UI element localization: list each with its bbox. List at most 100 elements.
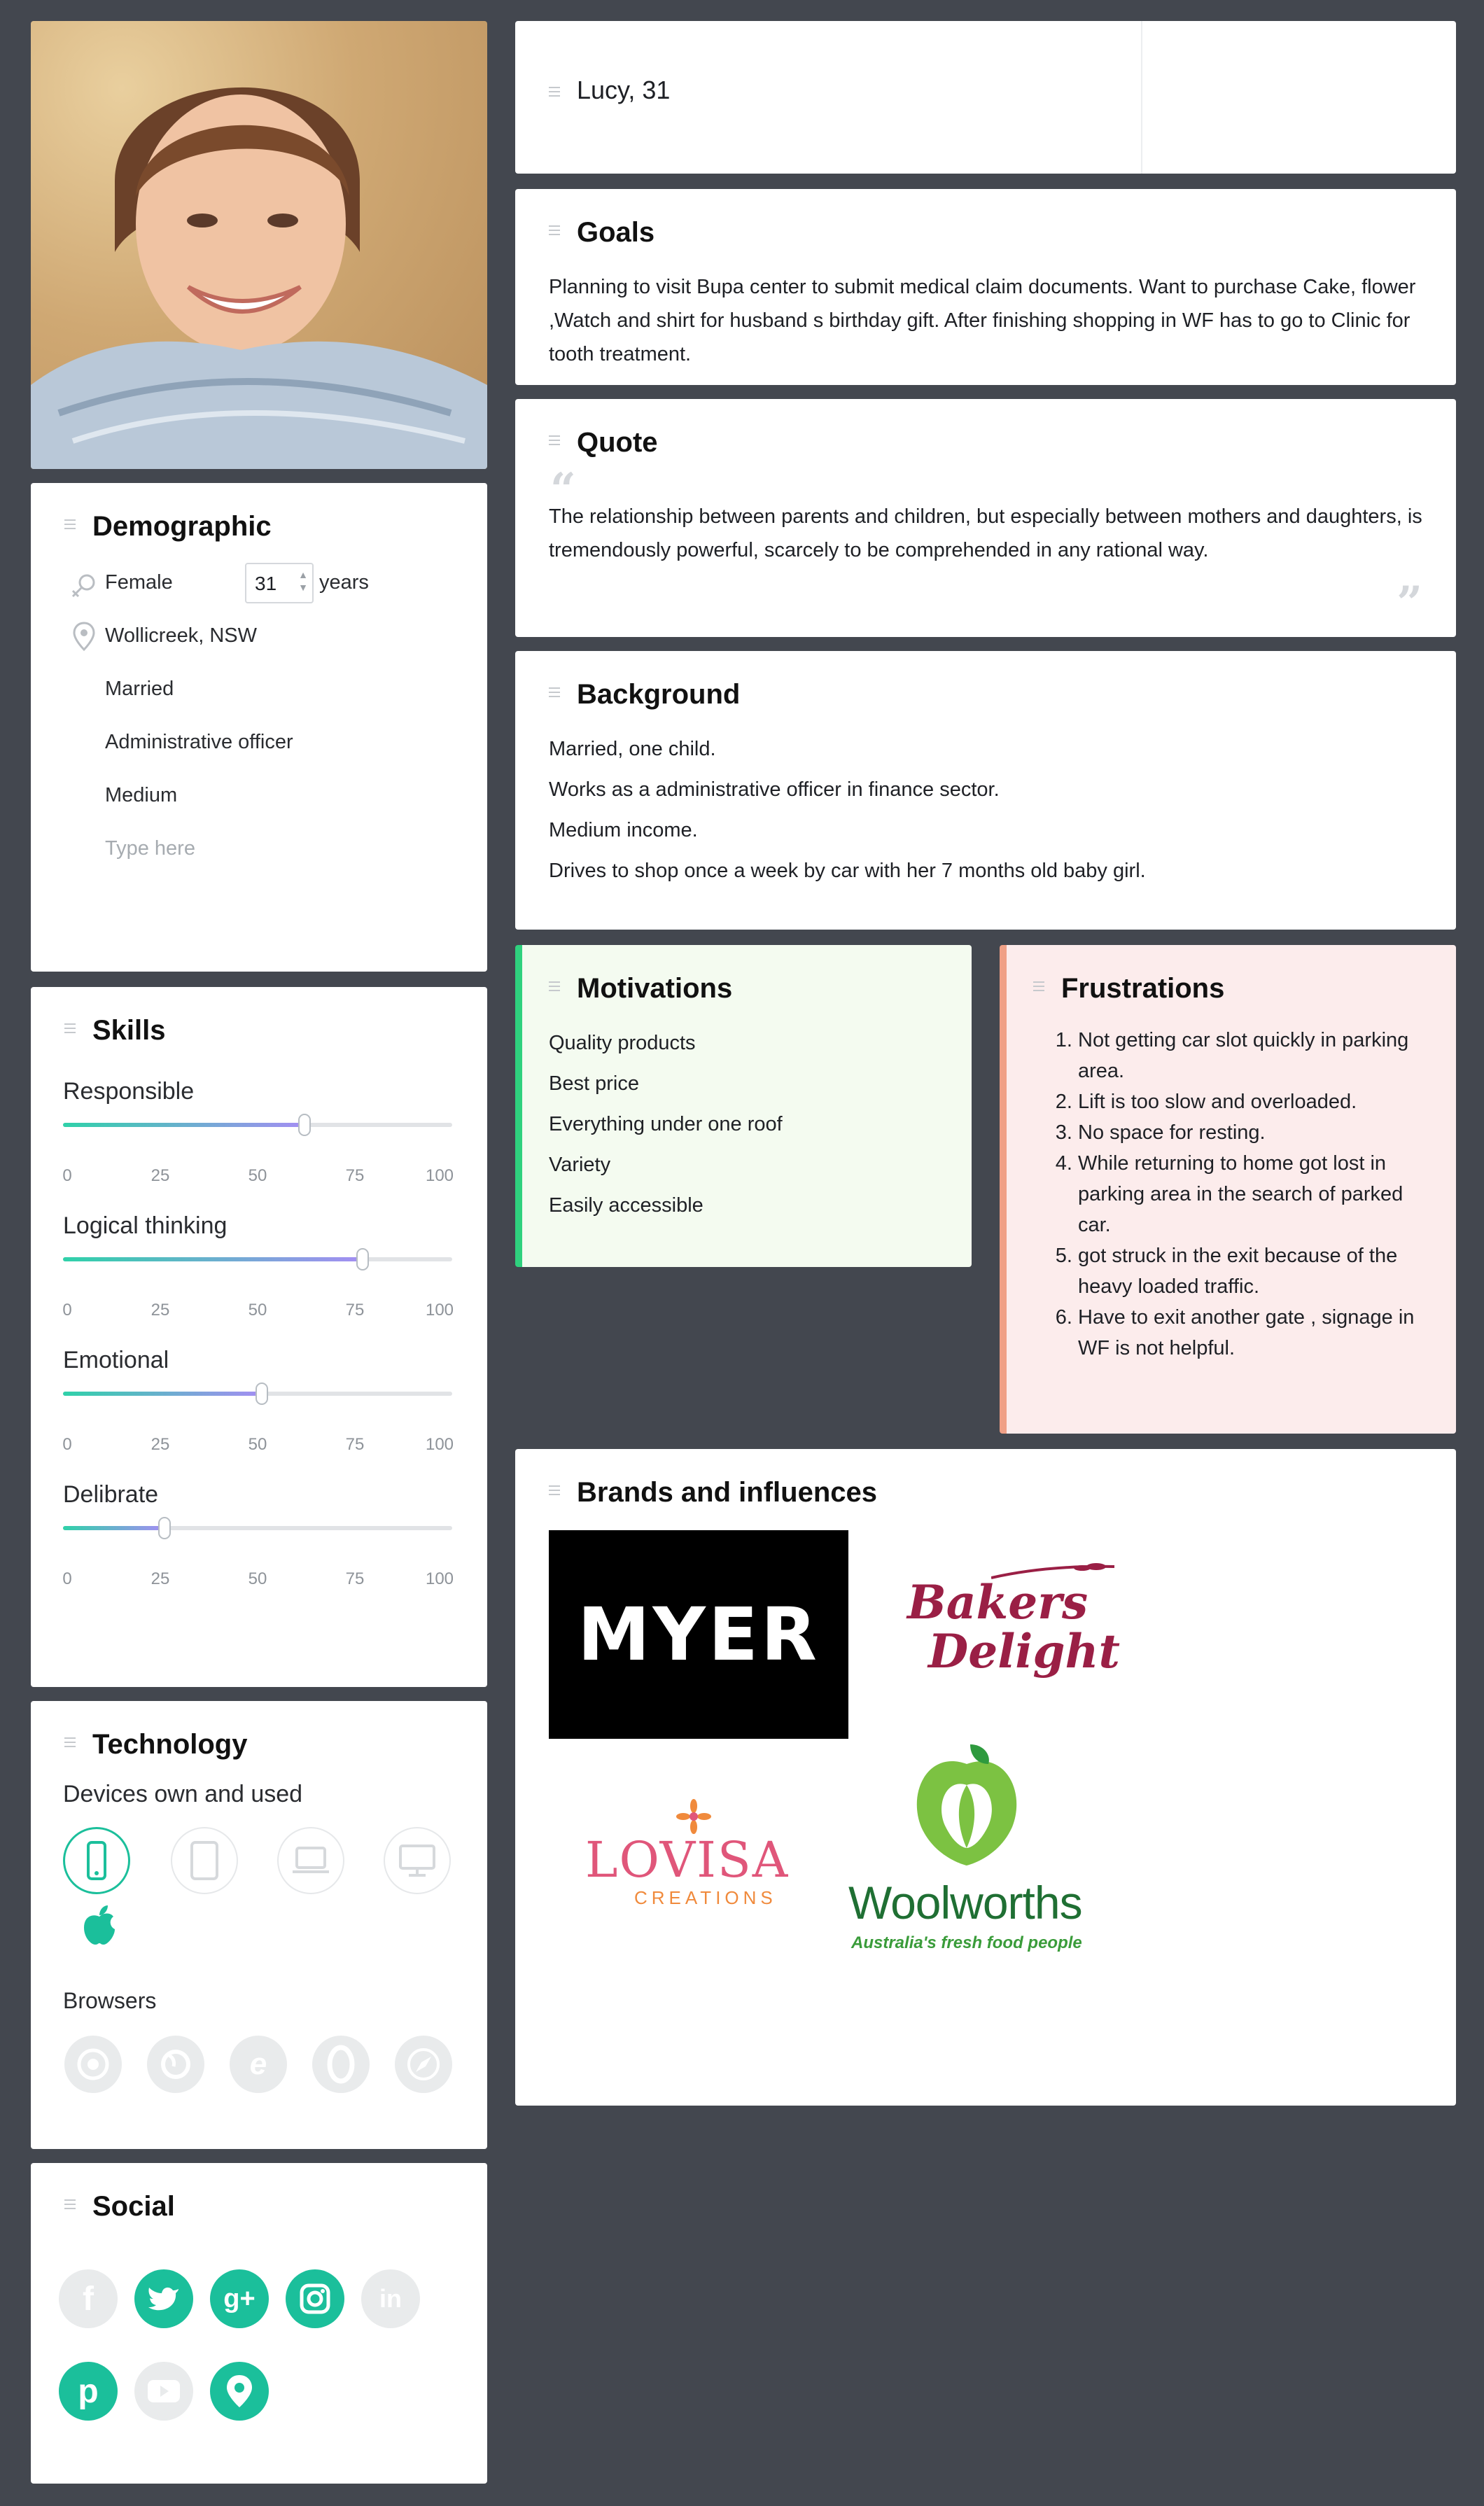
frustration-item[interactable]: No space for resting. [1078,1117,1431,1148]
skill-slider[interactable] [63,1248,452,1270]
skill-tick-label: 25 [150,1569,170,1588]
close-quote-icon: ” [1396,577,1422,629]
goals-text[interactable]: Planning to visit Bupa center to submit … [549,270,1424,371]
frustration-item[interactable]: Lift is too slow and overloaded. [1078,1086,1431,1117]
ie-icon[interactable]: e [230,2036,287,2093]
skill-slider-handle[interactable] [356,1248,370,1270]
background-card: Background Married, one child. Works as … [515,651,1456,930]
motivation-item[interactable]: Variety [549,1148,610,1182]
drag-handle-icon[interactable] [549,981,560,991]
drag-handle-icon[interactable] [64,1737,76,1747]
skills-card: Skills Responsible 0 25 50 75 100 Logical thin… [31,987,487,1687]
drag-handle-icon[interactable] [549,225,560,235]
skill-tick-label: 50 [248,1301,267,1320]
quote-title: Quote [577,427,658,458]
motivation-item[interactable]: Everything under one roof [549,1107,783,1141]
quote-text[interactable]: The relationship between parents and chi… [549,500,1424,567]
motivation-item[interactable]: Quality products [549,1026,696,1060]
skill-slider-fill [63,1123,304,1127]
profile-photo [31,21,487,469]
frustration-item[interactable]: got struck in the exit because of the he… [1078,1240,1431,1302]
brands-title: Brands and influences [577,1477,877,1508]
skill-tick-label: 0 [62,1166,72,1185]
apple-icon[interactable] [81,1904,118,1946]
youtube-icon[interactable] [134,2362,193,2421]
woolworths-logo: Woolworths Australia's fresh food people [844,1743,1096,1967]
pinterest-icon[interactable]: p [59,2362,118,2421]
skill-label: Delibrate [63,1481,159,1508]
skill-tick-label: 50 [248,1569,267,1588]
drag-handle-icon[interactable] [549,435,560,445]
linkedin-icon[interactable]: in [361,2269,420,2328]
chrome-icon[interactable] [64,2036,122,2093]
twitter-icon[interactable] [134,2269,193,2328]
frustration-item[interactable]: While returning to home got lost in park… [1078,1148,1431,1240]
frustrations-card: Frustrations Not getting car slot quickl… [1000,945,1456,1434]
skill-tick-label: 75 [345,1435,365,1454]
drag-handle-icon[interactable] [64,2199,76,2209]
skill-slider-handle[interactable] [255,1382,268,1405]
motivations-title: Motivations [577,973,733,1004]
skill-slider[interactable] [63,1517,452,1539]
type-here-placeholder[interactable]: Type here [105,837,195,860]
facebook-icon[interactable]: f [59,2269,118,2328]
drag-handle-icon[interactable] [549,687,560,697]
demographic-title: Demographic [92,511,272,542]
opera-icon[interactable] [312,2036,370,2093]
periscope-icon[interactable] [210,2362,269,2421]
age-value[interactable]: 31 [255,573,276,595]
background-line-1[interactable]: Married, one child. [549,732,716,766]
skill-tick-label: 100 [425,1569,454,1588]
instagram-icon[interactable] [286,2269,344,2328]
skill-label: Responsible [63,1078,195,1105]
drag-handle-icon[interactable] [64,519,76,529]
age-unit: years [319,571,369,594]
frustrations-list: Not getting car slot quickly in parking … [1053,1025,1431,1364]
frustration-item[interactable]: Have to exit another gate , signage in W… [1078,1302,1431,1364]
background-line-2[interactable]: Works as a administrative officer in fin… [549,773,1000,806]
skill-tick-label: 0 [62,1569,72,1588]
drag-handle-icon[interactable] [1033,981,1044,991]
persona-name[interactable]: Lucy, 31 [577,76,670,105]
drag-handle-icon[interactable] [549,87,560,97]
safari-icon[interactable] [395,2036,452,2093]
name-card-divider [1141,21,1142,174]
desktop-icon [399,1844,435,1877]
background-line-4[interactable]: Drives to shop once a week by car with h… [549,854,1146,888]
motivations-card: Motivations Quality products Best price … [515,945,972,1267]
skill-slider-handle[interactable] [298,1114,311,1136]
demographic-card: Demographic Female 31 ▲ ▼ years Wollicree… [31,483,487,972]
skill-slider[interactable] [63,1114,452,1136]
occupation-value[interactable]: Administrative officer [105,731,293,754]
tablet-device-button[interactable] [171,1827,238,1894]
goals-title: Goals [577,217,655,248]
income-value[interactable]: Medium [105,784,177,807]
background-title: Background [577,679,741,710]
location-value[interactable]: Wollicreek, NSW [105,624,257,648]
phone-device-button[interactable] [63,1827,130,1894]
skill-slider[interactable] [63,1382,452,1405]
skill-tick-label: 25 [150,1301,170,1320]
portrait-illustration [31,87,487,469]
stepper-arrows-icon[interactable]: ▲ ▼ [298,568,308,594]
gender-value[interactable]: Female [105,571,173,594]
skill-tick-label: 25 [150,1435,170,1454]
background-line-3[interactable]: Medium income. [549,813,698,847]
myer-logo: MYER [549,1530,848,1739]
firefox-icon[interactable] [147,2036,204,2093]
motivation-item[interactable]: Best price [549,1067,639,1100]
age-stepper[interactable]: 31 ▲ ▼ [245,563,314,603]
goals-card: Goals Planning to visit Bupa center to s… [515,189,1456,385]
drag-handle-icon[interactable] [64,1023,76,1033]
marital-status-value[interactable]: Married [105,678,174,701]
drag-handle-icon[interactable] [549,1485,560,1495]
desktop-device-button[interactable] [384,1827,451,1894]
frustration-item[interactable]: Not getting car slot quickly in parking … [1078,1025,1431,1086]
skill-tick-label: 0 [62,1301,72,1320]
skill-tick-label: 0 [62,1435,72,1454]
laptop-device-button[interactable] [277,1827,344,1894]
skill-slider-handle[interactable] [158,1517,171,1539]
persona-name-card: Lucy, 31 [515,21,1456,174]
google-plus-icon[interactable]: g+ [210,2269,269,2328]
motivation-item[interactable]: Easily accessible [549,1189,704,1222]
